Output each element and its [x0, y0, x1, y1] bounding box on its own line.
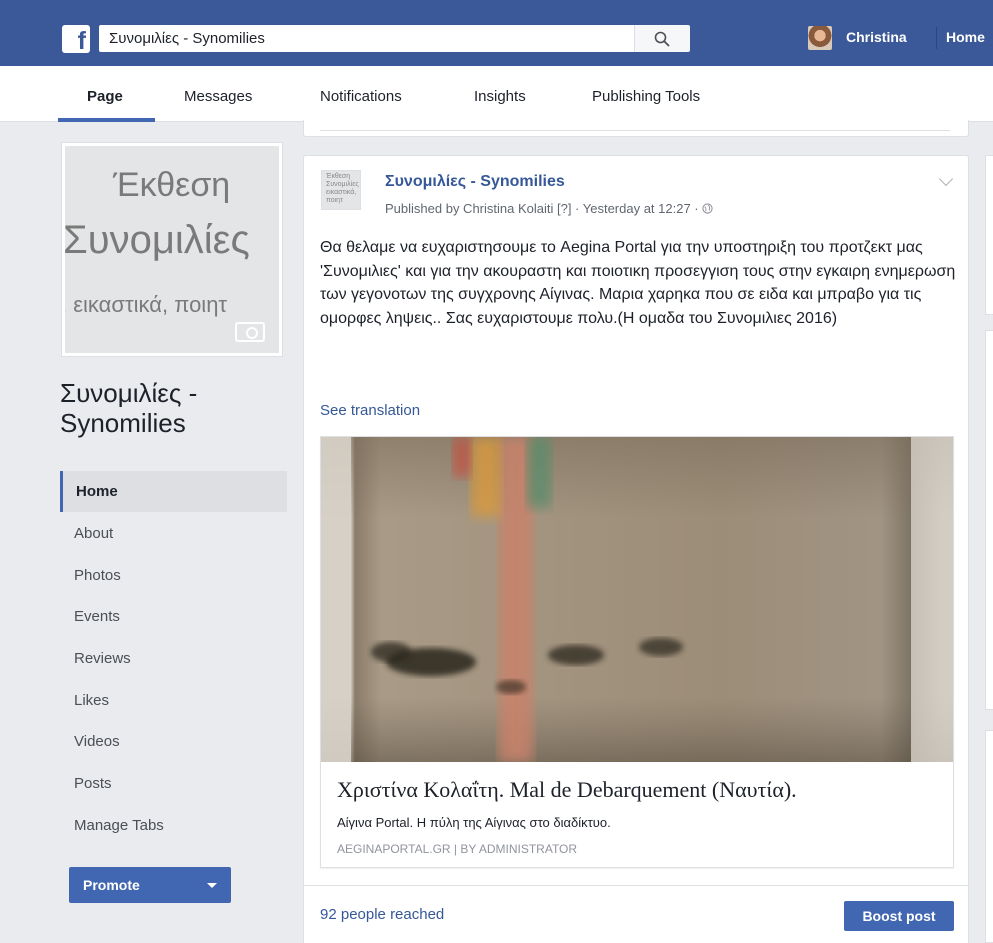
- sidebar-item-manage-tabs[interactable]: Manage Tabs: [60, 805, 287, 846]
- active-tab-indicator: [58, 118, 155, 122]
- tab-notifications[interactable]: Notifications: [320, 88, 402, 105]
- home-link[interactable]: Home: [946, 29, 985, 45]
- promote-button[interactable]: Promote: [69, 867, 231, 903]
- right-column-card: [985, 730, 993, 943]
- top-navigation-bar: f Συνομιλίες - Synomilies Christina Home: [0, 0, 993, 66]
- people-reached-link[interactable]: 92 people reached: [320, 906, 444, 923]
- link-preview-description: Αίγινα Portal. Η πύλη της Αίγινας στο δι…: [337, 815, 611, 830]
- sidebar-item-likes[interactable]: Likes: [60, 680, 287, 721]
- sidebar-item-events[interactable]: Events: [60, 596, 287, 637]
- link-preview-image[interactable]: [321, 437, 953, 762]
- sidebar-item-posts[interactable]: Posts: [60, 763, 287, 804]
- see-translation-link[interactable]: See translation: [320, 402, 420, 419]
- boost-post-button[interactable]: Boost post: [844, 901, 954, 931]
- link-preview[interactable]: Χριστίνα Κολαΐτη. Mal de Debarquement (Ν…: [320, 436, 954, 868]
- tab-insights[interactable]: Insights: [474, 88, 526, 105]
- search-input[interactable]: Συνομιλίες - Synomilies: [99, 25, 634, 52]
- artwork-photo: [321, 437, 953, 762]
- search-button[interactable]: [634, 25, 690, 52]
- avatar[interactable]: [808, 26, 832, 50]
- post-card: Έκθεση Συνομιλίες εικαστικά, ποιητ Συνομ…: [303, 155, 969, 943]
- divider: [304, 885, 968, 886]
- post-text: Θα θελαμε να ευχαριστησουμε το Aegina Po…: [320, 239, 956, 327]
- cover-text-line: , εικαστικά, ποιητ: [62, 292, 228, 317]
- tab-publishing-tools[interactable]: Publishing Tools: [592, 88, 700, 105]
- sidebar-item-photos[interactable]: Photos: [60, 555, 287, 596]
- chevron-down-icon[interactable]: [938, 171, 954, 187]
- divider: [936, 27, 937, 49]
- sidebar-item-home[interactable]: Home: [60, 471, 287, 512]
- caret-down-icon[interactable]: [207, 883, 217, 888]
- link-preview-source: AEGINAPORTAL.GR | BY ADMINISTRATOR: [337, 842, 578, 856]
- camera-icon[interactable]: [235, 322, 265, 342]
- link-preview-title[interactable]: Χριστίνα Κολαΐτη. Mal de Debarquement (Ν…: [337, 777, 797, 803]
- divider: [320, 130, 950, 131]
- profile-link[interactable]: Christina: [846, 29, 907, 45]
- facebook-logo-icon[interactable]: f: [62, 25, 90, 53]
- promote-label: Promote: [83, 877, 140, 893]
- cover-text-line: Συνομιλίες: [63, 218, 250, 262]
- post-author-link[interactable]: Συνομιλίες - Synomilies: [385, 173, 565, 191]
- post-meta-text: Published by Christina Kolaiti [?] · Yes…: [385, 201, 699, 216]
- post-meta: Published by Christina Kolaiti [?] · Yes…: [385, 201, 713, 216]
- globe-icon: [702, 203, 713, 214]
- right-column-card: [985, 330, 993, 710]
- profile-picture[interactable]: Έκθεση Συνομιλίες , εικαστικά, ποιητ: [61, 142, 283, 357]
- cover-text-line: Έκθεση: [113, 166, 231, 204]
- page-tabs-bar: Page Messages Notifications Insights Pub…: [0, 66, 993, 122]
- search-icon: [654, 31, 670, 47]
- right-column-card: [985, 155, 993, 315]
- tab-page[interactable]: Page: [87, 88, 123, 105]
- previous-card: [303, 120, 969, 137]
- sidebar-item-videos[interactable]: Videos: [60, 721, 287, 762]
- page-title[interactable]: Συνομιλίες - Synomilies: [60, 378, 300, 438]
- sidebar-item-reviews[interactable]: Reviews: [60, 638, 287, 679]
- page-thumbnail[interactable]: Έκθεση Συνομιλίες εικαστικά, ποιητ: [321, 170, 361, 210]
- sidebar-item-about[interactable]: About: [60, 513, 287, 554]
- tab-messages[interactable]: Messages: [184, 88, 252, 105]
